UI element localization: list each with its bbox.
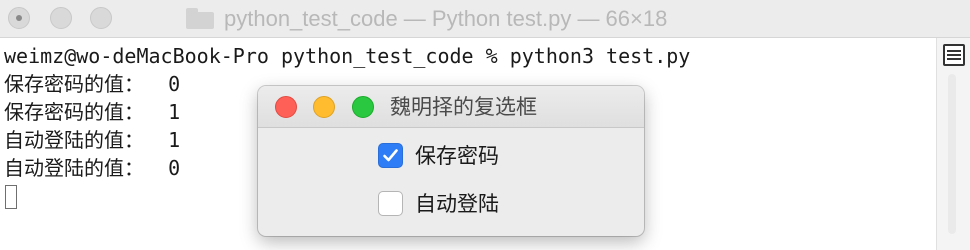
- checkbox-checked-icon[interactable]: [378, 142, 403, 168]
- terminal-line: 自动登陆的值： 1: [4, 128, 181, 152]
- terminal-line: 保存密码的值： 0: [4, 72, 181, 96]
- dialog-close-button[interactable]: [275, 96, 297, 118]
- terminal-line: 自动登陆的值： 0: [4, 156, 181, 180]
- window-title: python_test_code — Python test.py — 66×1…: [224, 6, 668, 31]
- terminal-line: 保存密码的值： 1: [4, 100, 181, 124]
- minimize-button[interactable]: [50, 7, 72, 29]
- checkbox-label: 自动登陆: [415, 192, 499, 216]
- close-button[interactable]: [8, 7, 30, 29]
- zoom-button[interactable]: [90, 7, 112, 29]
- dialog-zoom-button[interactable]: [352, 96, 374, 118]
- scroll-area[interactable]: [936, 38, 970, 250]
- dialog-title-bar: 魏明择的复选框: [258, 86, 644, 128]
- dialog-minimize-button[interactable]: [313, 96, 335, 118]
- checkbox-label: 保存密码: [415, 144, 499, 168]
- checkbox-unchecked-icon[interactable]: [378, 190, 403, 216]
- terminal-cursor: [5, 185, 17, 209]
- dialog-title: 魏明择的复选框: [390, 95, 537, 119]
- list-icon[interactable]: [943, 44, 965, 66]
- checkbox-dialog: 魏明择的复选框 保存密码 自动登陆: [258, 86, 644, 236]
- save-password-checkbox[interactable]: 保存密码: [378, 140, 499, 170]
- terminal-title-bar: python_test_code — Python test.py — 66×1…: [0, 0, 970, 38]
- auto-login-checkbox[interactable]: 自动登陆: [378, 188, 499, 218]
- scrollbar-thumb[interactable]: [948, 74, 956, 234]
- terminal-line: weimz@wo-deMacBook-Pro python_test_code …: [4, 44, 691, 68]
- folder-icon: [186, 8, 214, 29]
